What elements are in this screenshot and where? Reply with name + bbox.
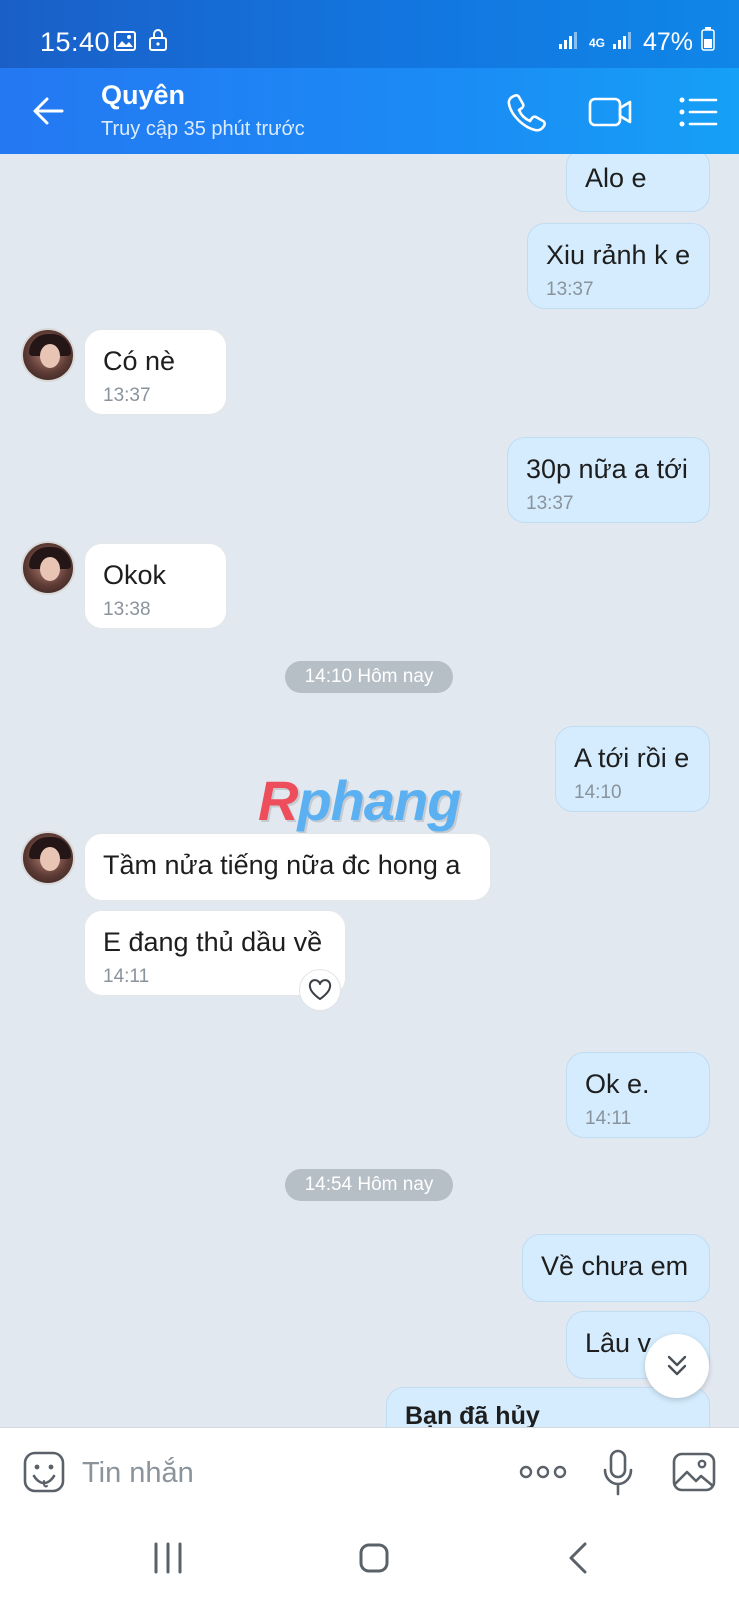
sticker-button[interactable] <box>22 1450 66 1499</box>
contact-avatar[interactable] <box>21 831 75 885</box>
message-time: 13:38 <box>103 599 151 620</box>
message-text: Về chưa em <box>541 1251 689 1281</box>
message-bubble[interactable]: Có nè 13:37 <box>84 329 227 415</box>
message-text: 30p nữa a tới <box>526 454 688 484</box>
message-time: 14:11 <box>103 966 150 987</box>
contact-avatar[interactable] <box>21 541 75 595</box>
menu-list-icon <box>679 97 718 127</box>
message-text: Bạn đã hủy <box>405 1402 540 1427</box>
contact-avatar[interactable] <box>21 328 75 382</box>
signal-icon-2 <box>612 28 635 57</box>
message-bubble[interactable]: Tầm nửa tiếng nữa đc hong a <box>84 833 491 901</box>
message-time: 14:10 <box>574 782 622 803</box>
network-type: 4G <box>588 35 605 50</box>
home-icon <box>359 1543 389 1573</box>
message-time: 13:37 <box>546 279 594 300</box>
message-text: Ok e. <box>585 1069 650 1099</box>
recent-apps-icon <box>154 1542 182 1574</box>
menu-button[interactable] <box>676 90 720 134</box>
image-button[interactable] <box>671 1450 717 1499</box>
scroll-to-bottom-button[interactable] <box>645 1334 709 1398</box>
battery-icon <box>701 27 715 58</box>
signal-icon <box>558 28 581 57</box>
message-text: Có nè <box>103 346 176 376</box>
battery-level: 47% <box>642 28 693 56</box>
back-nav-button[interactable] <box>556 1536 604 1580</box>
call-button[interactable] <box>504 90 548 134</box>
more-icon <box>519 1465 567 1479</box>
message-text: Xiu rảnh k e <box>546 240 691 270</box>
more-button[interactable] <box>518 1464 568 1485</box>
message-bubble[interactable]: Ok e. 14:11 <box>566 1052 710 1138</box>
system-navigation-bar <box>0 1516 739 1600</box>
message-text: E đang thủ dầu về <box>103 927 323 957</box>
watermark-rest: phang <box>297 769 461 832</box>
voice-button[interactable] <box>600 1448 636 1503</box>
message-text: Okok <box>103 560 167 590</box>
message-time: 14:11 <box>585 1108 632 1129</box>
status-time: 15:40 <box>40 27 111 57</box>
chevron-double-down-icon <box>667 1355 687 1376</box>
sticker-icon <box>23 1451 65 1493</box>
message-bubble[interactable]: Okok 13:38 <box>84 543 227 629</box>
message-bubble[interactable]: 30p nữa a tới 13:37 <box>507 437 710 523</box>
message-input-bar <box>0 1427 739 1516</box>
home-button[interactable] <box>350 1536 398 1580</box>
heart-icon <box>308 979 332 1000</box>
contact-last-seen: Truy cập 35 phút trước <box>101 118 305 140</box>
message-bubble[interactable]: Xiu rảnh k e 13:37 <box>527 223 710 309</box>
message-text: Alo e <box>585 163 647 193</box>
back-chevron-icon <box>569 1542 587 1574</box>
message-bubble[interactable]: Alo e <box>566 154 710 212</box>
date-separator: 14:10 Hôm nay <box>285 661 453 693</box>
message-bubble[interactable]: A tới rồi e 14:10 <box>555 726 710 812</box>
back-button[interactable] <box>28 90 70 132</box>
image-icon <box>672 1452 716 1492</box>
message-time: 13:37 <box>526 493 574 514</box>
recent-apps-button[interactable] <box>144 1536 192 1580</box>
chat-header: Quyên Truy cập 35 phút trước <box>0 68 739 154</box>
watermark-logo: Rphang <box>258 768 461 833</box>
back-arrow-icon <box>33 97 64 125</box>
message-text: Tầm nửa tiếng nữa đc hong a <box>103 850 461 880</box>
video-call-icon <box>588 97 632 127</box>
date-separator: 14:54 Hôm nay <box>285 1169 453 1201</box>
message-text: A tới rồi e <box>574 743 690 773</box>
phone-icon <box>507 94 546 132</box>
status-bar: 15:40 4G 47% <box>0 0 739 68</box>
gallery-notification-icon <box>114 30 136 57</box>
message-time: 13:37 <box>103 385 151 406</box>
lock-notification-icon <box>148 28 168 57</box>
message-bubble[interactable]: Về chưa em <box>522 1234 710 1302</box>
message-input[interactable] <box>82 1450 482 1496</box>
video-call-button[interactable] <box>586 90 636 134</box>
microphone-icon <box>603 1449 633 1496</box>
chat-area[interactable]: Alo e Xiu rảnh k e 13:37 Có nè 13:37 30p… <box>0 154 739 1427</box>
reaction-button[interactable] <box>299 969 341 1011</box>
contact-name[interactable]: Quyên <box>101 80 185 111</box>
watermark-first: R <box>258 769 298 832</box>
